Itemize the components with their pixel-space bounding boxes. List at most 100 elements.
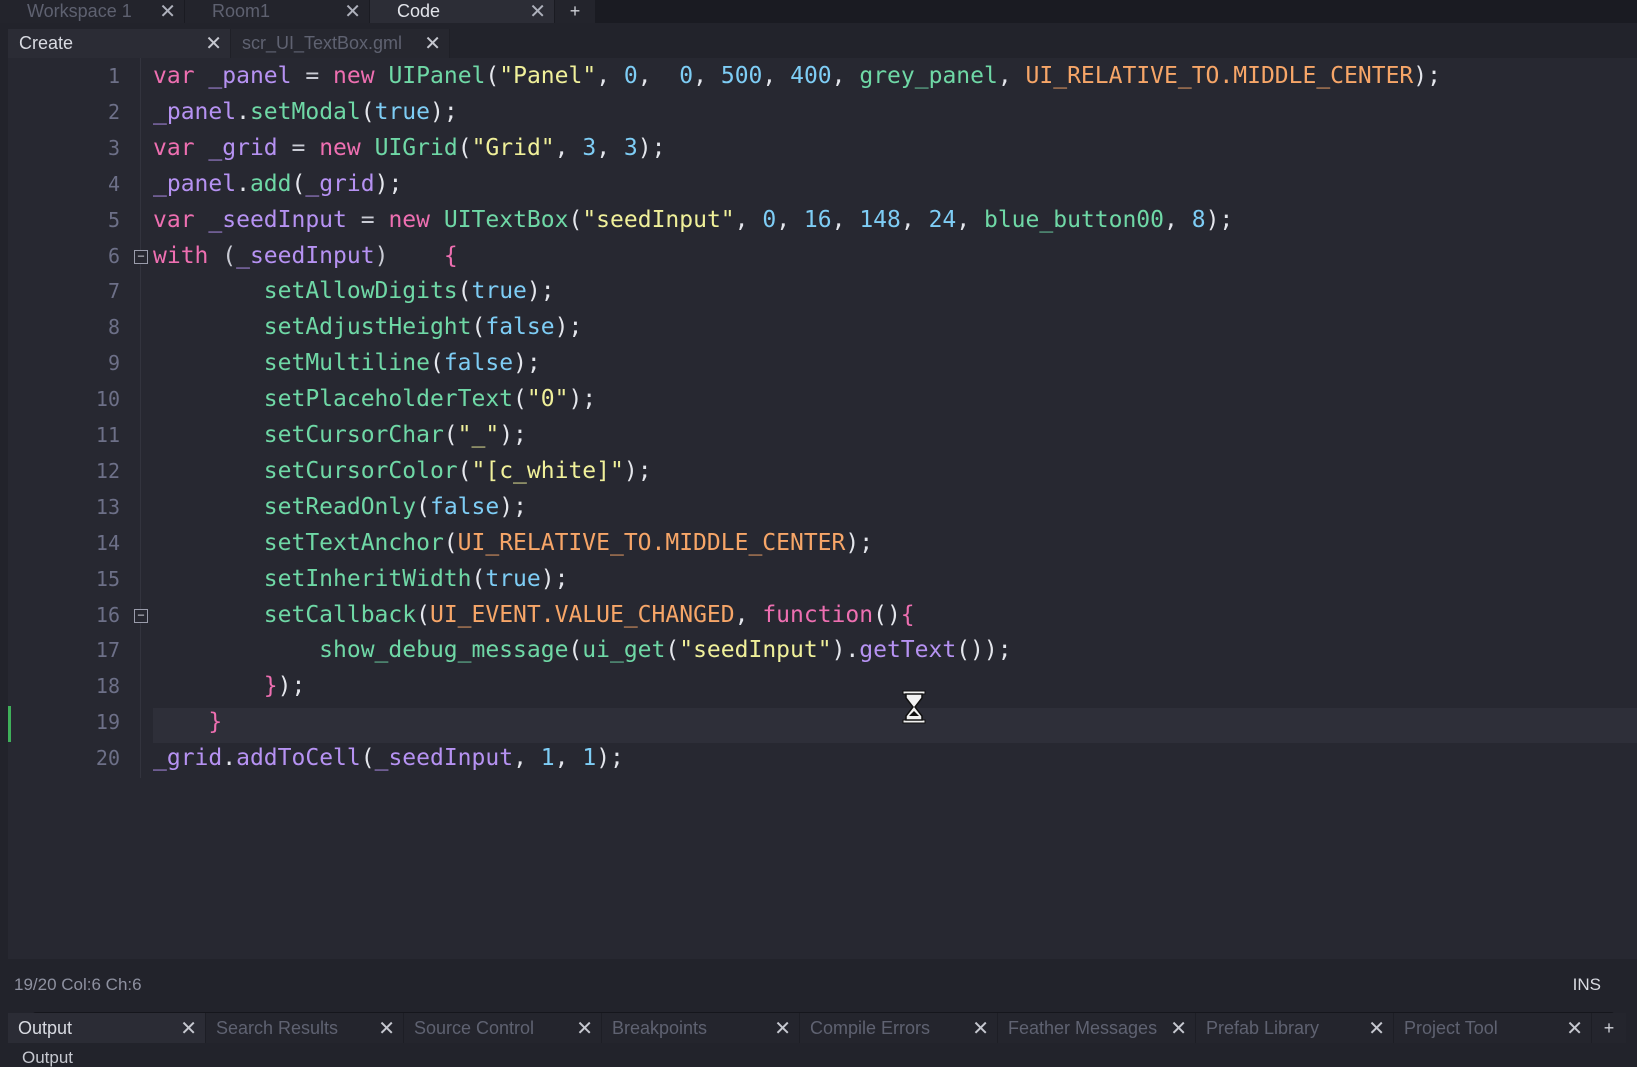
tab-label: Prefab Library <box>1206 1017 1320 1038</box>
file-tab-label: scr_UI_TextBox.gml <box>242 33 403 53</box>
code-text: var _panel = new UIPanel("Panel", 0, 0, … <box>153 58 1441 94</box>
code-token: ); <box>526 278 555 305</box>
code-line[interactable]: 19 } <box>8 704 1637 740</box>
code-line[interactable]: 11 setCursorChar("_"); <box>8 417 1637 453</box>
code-token: new <box>388 206 430 233</box>
code-token: = <box>277 134 320 161</box>
code-token: add <box>249 170 292 197</box>
code-token: , <box>956 206 984 233</box>
code-token: 500 <box>720 63 763 89</box>
tab-compile-errors[interactable]: Compile Errors ✕ <box>800 1013 998 1043</box>
file-tab-bar: Create ✕ scr_UI_TextBox.gml ✕ <box>8 29 450 58</box>
code-token: = <box>346 206 389 233</box>
code-text: setCursorColor("[c_white]"); <box>153 453 652 489</box>
code-token: false <box>485 314 555 341</box>
code-line[interactable]: 4 _panel.add(_grid); <box>8 166 1637 202</box>
code-token: ( <box>457 457 472 484</box>
tab-output[interactable]: Output ✕ <box>8 1013 206 1043</box>
close-icon[interactable]: ✕ <box>1368 1013 1385 1043</box>
code-token: setPlaceholderText <box>263 386 514 413</box>
code-editor[interactable]: 1 var _panel = new UIPanel("Panel", 0, 0,… <box>8 58 1637 1020</box>
close-icon[interactable]: ✕ <box>529 0 546 23</box>
fold-toggle-icon[interactable]: − <box>134 608 148 623</box>
close-icon[interactable]: ✕ <box>774 1013 791 1043</box>
code-token: 0 <box>762 206 777 233</box>
close-icon[interactable]: ✕ <box>344 0 361 23</box>
tab-label: Source Control <box>414 1017 535 1038</box>
code-token: () <box>873 601 901 628</box>
add-tab-button[interactable]: + <box>1592 1013 1626 1043</box>
code-token: , <box>776 206 804 233</box>
code-token: ( <box>416 601 430 628</box>
close-icon[interactable]: ✕ <box>378 1013 395 1043</box>
close-icon[interactable]: ✕ <box>972 1013 989 1043</box>
code-token: , <box>554 745 583 772</box>
tab-search-results[interactable]: Search Results ✕ <box>206 1013 404 1043</box>
code-line[interactable]: 2 _panel.setModal(true); <box>8 94 1637 130</box>
code-line[interactable]: 16− setCallback(UI_EVENT.VALUE_CHANGED, … <box>8 597 1637 633</box>
line-number: 11 <box>95 423 120 447</box>
code-line[interactable]: 12 setCursorColor("[c_white]"); <box>8 453 1637 489</box>
close-icon[interactable]: ✕ <box>576 1013 593 1043</box>
code-token: UI_EVENT.VALUE_CHANGED <box>429 601 735 628</box>
code-token: _grid <box>305 170 375 197</box>
fold-toggle-icon[interactable]: − <box>134 249 148 264</box>
hourglass-icon <box>902 690 926 724</box>
code-token: ); <box>1205 206 1234 233</box>
tab-project-tool[interactable]: Project Tool ✕ <box>1394 1013 1592 1043</box>
tab-breakpoints[interactable]: Breakpoints ✕ <box>602 1013 800 1043</box>
code-line[interactable]: 13 setReadOnly(false); <box>8 489 1637 525</box>
code-token: _grid <box>208 134 278 161</box>
code-line[interactable]: 9 setMultiline(false); <box>8 345 1637 381</box>
code-line[interactable]: 10 setPlaceholderText("0"); <box>8 381 1637 417</box>
code-line[interactable]: 17 show_debug_message(ui_get("seedInput"… <box>8 632 1637 668</box>
output-panel-title: Output <box>22 1048 74 1067</box>
file-tab-create[interactable]: Create ✕ <box>8 29 231 58</box>
code-line[interactable]: 15 setInheritWidth(true); <box>8 561 1637 597</box>
workspace-tab-label: Workspace 1 <box>27 1 132 21</box>
insert-mode-indicator[interactable]: INS <box>1573 975 1601 995</box>
line-number: 16 <box>95 602 120 627</box>
line-number: 7 <box>107 279 120 304</box>
close-icon[interactable]: ✕ <box>159 0 176 23</box>
add-workspace-button[interactable]: + <box>555 0 595 23</box>
code-line[interactable]: 18 }); <box>8 668 1637 704</box>
tab-source-control[interactable]: Source Control ✕ <box>404 1013 602 1043</box>
workspace-tab-room1[interactable]: Room1 ✕ <box>185 0 370 23</box>
workspace-tab-workspace1[interactable]: Workspace 1 ✕ <box>0 0 185 23</box>
code-line[interactable]: 6− with (_seedInput) { <box>8 238 1637 274</box>
code-line[interactable]: 3 var _grid = new UIGrid("Grid", 3, 3); <box>8 130 1637 166</box>
close-icon[interactable]: ✕ <box>180 1013 197 1043</box>
close-icon[interactable]: ✕ <box>205 29 222 58</box>
code-line[interactable]: 20 _grid.addToCell(_seedInput, 1, 1); <box>8 740 1637 776</box>
tab-prefab-library[interactable]: Prefab Library ✕ <box>1196 1013 1394 1043</box>
code-token: ); <box>623 457 652 484</box>
code-token: setAllowDigits <box>263 278 458 305</box>
code-token: blue_button00 <box>983 206 1164 233</box>
code-line[interactable]: 14 setTextAnchor(UI_RELATIVE_TO.MIDDLE_C… <box>8 525 1637 561</box>
code-line[interactable]: 5 var _seedInput = new UITextBox("seedInp… <box>8 202 1637 238</box>
close-icon[interactable]: ✕ <box>424 29 441 58</box>
line-number: 2 <box>107 99 120 124</box>
close-icon[interactable]: ✕ <box>1170 1013 1187 1043</box>
close-icon[interactable]: ✕ <box>1566 1013 1583 1043</box>
workspace-tab-bar: Workspace 1 ✕ Room1 ✕ Code ✕ + <box>0 0 1637 23</box>
code-token: ). <box>831 637 860 664</box>
code-text: with (_seedInput) { <box>153 238 458 274</box>
code-token: = <box>291 63 334 89</box>
tab-feather-messages[interactable]: Feather Messages ✕ <box>998 1013 1196 1043</box>
code-token: setModal <box>249 98 361 125</box>
code-token: ( <box>291 170 306 197</box>
file-tab-scr-ui-textbox[interactable]: scr_UI_TextBox.gml ✕ <box>231 29 450 58</box>
code-token: ); <box>499 493 527 520</box>
code-line[interactable]: 8 setAdjustHeight(false); <box>8 309 1637 345</box>
workspace-tab-code[interactable]: Code ✕ <box>370 0 555 23</box>
code-line[interactable]: 1 var _panel = new UIPanel("Panel", 0, 0,… <box>8 58 1637 94</box>
code-line[interactable]: 7 setAllowDigits(true); <box>8 273 1637 309</box>
code-token: _panel <box>153 98 237 125</box>
code-token: _panel <box>208 63 292 89</box>
